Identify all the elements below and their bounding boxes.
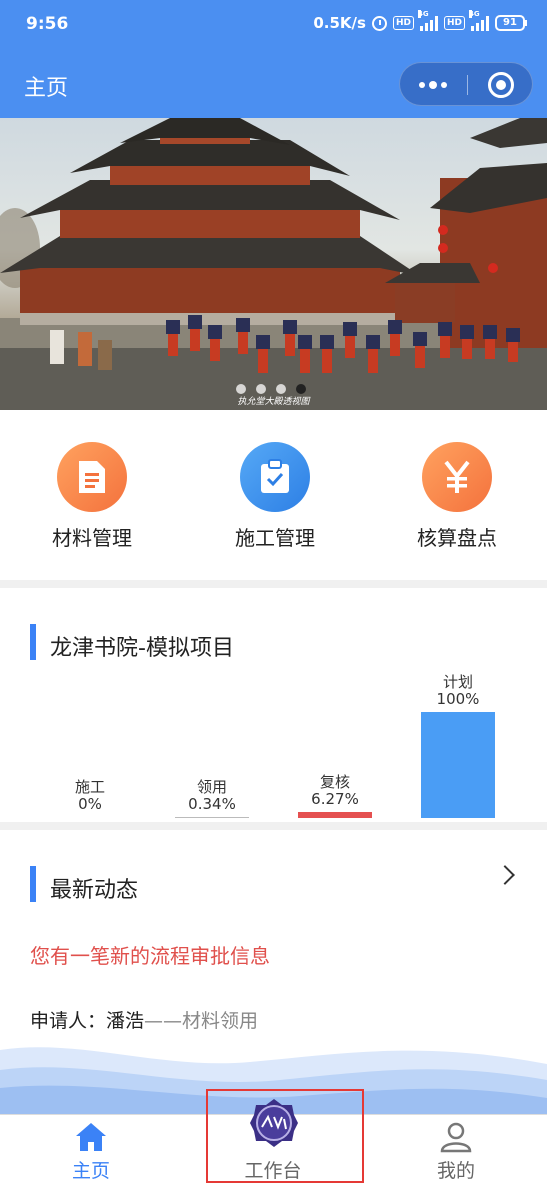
- construction-management-button[interactable]: 施工管理: [205, 442, 345, 551]
- network-speed: 0.5K/s: [313, 14, 366, 32]
- chart-label-4: 计划 100%: [408, 674, 508, 708]
- applicant-separator: ——: [144, 1010, 183, 1032]
- section-accent-bar: [30, 866, 36, 902]
- chart-label-2: 领用 0.34%: [162, 779, 262, 813]
- banner-carousel[interactable]: 执允堂大殿透视图: [0, 118, 547, 410]
- banner-caption: 执允堂大殿透视图: [237, 397, 310, 407]
- project-title: 龙津书院-模拟项目: [50, 636, 234, 661]
- hd-icon: HD: [392, 16, 414, 30]
- yen-icon: [422, 442, 492, 512]
- quick-menu-label: 施工管理: [235, 526, 315, 550]
- chart-bar-3: [298, 812, 372, 818]
- news-title: 最新动态: [50, 878, 139, 903]
- page-title: 主页: [24, 76, 69, 101]
- status-time: 9:56: [26, 14, 69, 34]
- material-management-button[interactable]: 材料管理: [22, 442, 162, 551]
- user-icon: [440, 1122, 472, 1153]
- status-bar: 9:56 0.5K/s HD 4G HD 4G 91: [0, 0, 547, 50]
- selection-highlight: [206, 1089, 364, 1183]
- chart-bar-2: [175, 817, 249, 818]
- signal-icon-2: 4G: [469, 10, 489, 31]
- chart-value-label: 0%: [78, 795, 102, 813]
- capsule-divider: [467, 75, 468, 95]
- tab-home[interactable]: 主页: [0, 1115, 182, 1186]
- hd-icon-2: HD: [443, 16, 465, 30]
- status-indicators: 0.5K/s HD 4G HD 4G 91: [313, 10, 527, 32]
- carousel-dot[interactable]: [236, 384, 246, 394]
- mini-program-capsule: [399, 62, 533, 106]
- carousel-dot[interactable]: [256, 384, 266, 394]
- tab-profile[interactable]: 我的: [365, 1115, 547, 1186]
- chart-category: 计划: [442, 673, 473, 691]
- news-applicant[interactable]: 申请人：潘浩——材料领用: [30, 1006, 258, 1033]
- quick-menu-label: 材料管理: [52, 526, 132, 550]
- carousel-dot-active[interactable]: [296, 384, 306, 394]
- request-type: 材料领用: [182, 1010, 259, 1032]
- network-type-2: 4G: [469, 10, 480, 18]
- applicant-name: 潘浩: [106, 1010, 145, 1032]
- chart-value-label: 6.27%: [311, 790, 359, 808]
- chart-bar-4: [421, 712, 495, 818]
- tab-label: 我的: [436, 1160, 475, 1182]
- network-type: 4G: [417, 10, 429, 18]
- news-alert[interactable]: 您有一笔新的流程审批信息: [30, 940, 270, 969]
- carousel-dot[interactable]: [276, 384, 286, 394]
- signal-icon: 4G: [417, 10, 438, 31]
- battery-icon: 91: [495, 15, 527, 31]
- chevron-right-icon[interactable]: [495, 865, 515, 885]
- more-dots-icon[interactable]: [400, 63, 466, 107]
- chart-label-3: 复核 6.27%: [285, 774, 385, 808]
- banner-image: [0, 118, 547, 410]
- progress-chart: 施工 0% 领用 0.34% 复核 6.27% 计划 100%: [0, 660, 547, 820]
- chart-category: 领用: [196, 778, 227, 796]
- accounting-inventory-button[interactable]: 核算盘点: [387, 442, 527, 551]
- chart-value-label: 100%: [436, 690, 480, 708]
- quick-menu-label: 核算盘点: [417, 526, 497, 550]
- home-icon: [76, 1123, 106, 1151]
- section-accent-bar: [30, 624, 36, 660]
- chart-value-label: 0.34%: [188, 795, 236, 813]
- quick-menu: 材料管理 施工管理 核算盘点: [0, 410, 547, 580]
- tab-label: 主页: [71, 1160, 110, 1182]
- carousel-indicator: [236, 384, 306, 394]
- section-divider: [0, 822, 547, 830]
- document-icon: [57, 442, 127, 512]
- chart-category: 复核: [319, 773, 350, 791]
- chart-category: 施工: [74, 778, 105, 796]
- target-close-icon[interactable]: [488, 72, 514, 98]
- alarm-clock-icon: [371, 15, 387, 31]
- nav-bar: 主页: [0, 50, 547, 118]
- section-divider: [0, 580, 547, 588]
- chart-label-1: 施工 0%: [40, 779, 140, 813]
- applicant-prefix: 申请人：: [30, 1010, 107, 1032]
- clipboard-check-icon: [240, 442, 310, 512]
